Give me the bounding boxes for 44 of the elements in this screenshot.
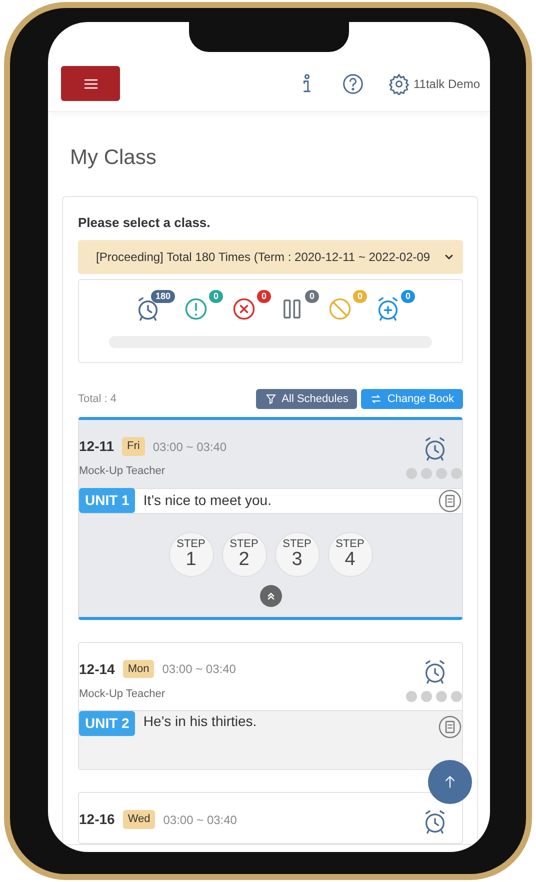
scroll-top-button[interactable] [428,760,472,804]
count-badge: 180 [151,290,174,303]
count-badge: 0 [209,290,222,303]
count-badge: 0 [401,290,414,303]
day-tag: Mon [122,660,154,678]
teacher-name: Mock-Up Teacher [79,686,166,702]
collapse-button[interactable] [260,584,282,606]
settings-icon[interactable] [388,72,410,94]
lesson-date: 12-11 [79,437,114,456]
menu-button[interactable] [61,66,120,101]
all-schedules-button[interactable]: All Schedules [256,389,358,409]
teacher-name: Mock-Up Teacher [79,464,166,479]
unit-label: UNIT 1 [79,488,136,513]
lesson-time: 03:00 ~ 03:40 [163,812,237,828]
total-count: Total : 4 [78,392,117,407]
day-tag: Wed [122,810,156,829]
lesson-time: 03:00 ~ 03:40 [162,661,236,678]
step-button[interactable]: STEP 2 [222,532,266,576]
step-button[interactable]: STEP 4 [328,532,372,576]
count-badge: 0 [305,290,318,303]
ban-icon [326,296,352,322]
class-select[interactable]: [Proceeding] Total 180 Times (Term : 2020-12-11 ~ 2022-02-09 [78,240,463,274]
unit-sentence: It’s nice to meet you. [143,491,272,510]
swap-icon [370,393,382,405]
unit-label: UNIT 2 [79,711,136,736]
day-tag: Fri [122,437,145,456]
book-icon[interactable] [438,488,462,512]
exclamation-circle-icon [182,296,208,322]
step-button[interactable]: STEP 1 [168,532,214,576]
help-icon[interactable] [342,72,364,94]
filter-icon [264,393,277,405]
count-badge: 0 [353,290,366,303]
page-title: My Class [70,145,158,171]
double-chevron-up-icon [266,590,276,600]
x-circle-icon [230,296,256,322]
lesson-date: 12-16 [79,810,115,829]
step-button[interactable]: STEP 3 [274,532,320,576]
lesson-time: 03:00 ~ 03:40 [152,438,227,456]
user-name[interactable]: 11talk Demo [414,74,480,92]
select-label: Please select a class. [78,214,212,232]
book-icon[interactable] [438,715,462,739]
unit-sentence: He’s in his thirties. [143,712,257,731]
lesson-date: 12-14 [79,660,115,678]
count-badge: 0 [257,290,270,303]
